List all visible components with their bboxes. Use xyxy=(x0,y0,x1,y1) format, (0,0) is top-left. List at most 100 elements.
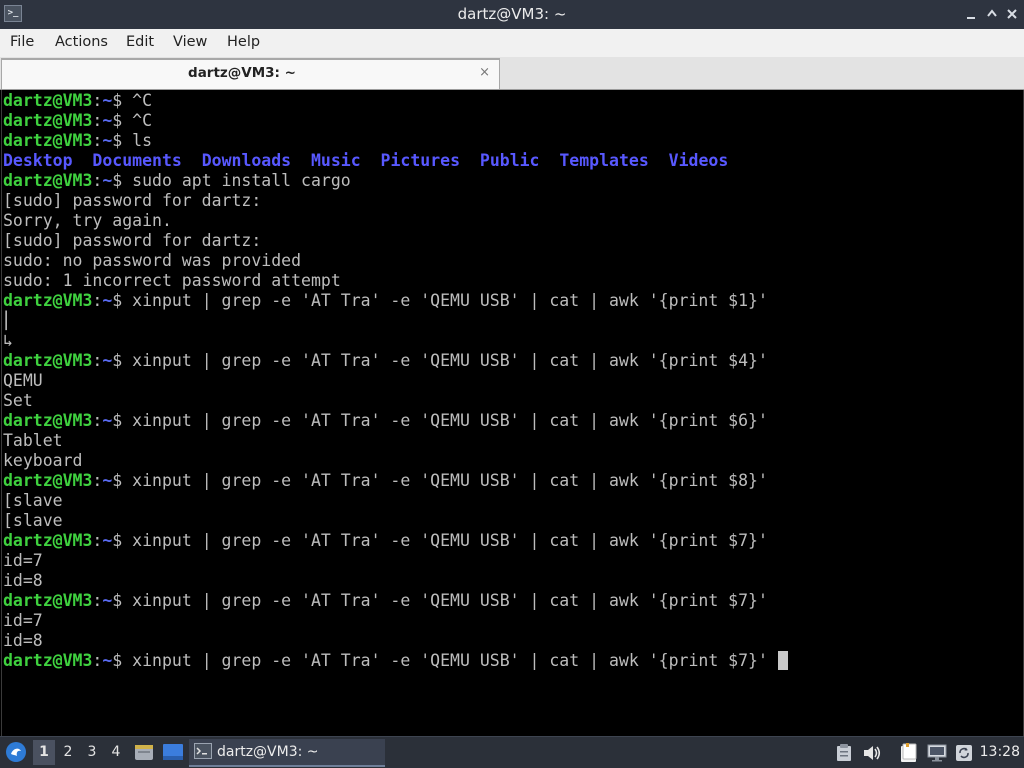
tab-label: dartz@VM3: ~ xyxy=(188,65,296,81)
terminal-output-line: Set xyxy=(3,391,788,411)
terminal-output-line: QEMU xyxy=(3,371,788,391)
terminal-output-line: [slave xyxy=(3,511,788,531)
terminal-prompt-line: dartz@VM3:~$ xinput | grep -e 'AT Tra' -… xyxy=(3,531,788,551)
terminal-icon xyxy=(194,743,212,763)
volume-icon[interactable] xyxy=(862,744,882,766)
directory-entry: Templates xyxy=(559,151,649,170)
terminal-tab[interactable]: dartz@VM3: ~ × xyxy=(1,58,500,89)
terminal-prompt-line: dartz@VM3:~$ xinput | grep -e 'AT Tra' -… xyxy=(3,591,788,611)
prompt-path: ~ xyxy=(102,531,113,550)
menu-file[interactable]: File xyxy=(10,29,34,57)
command-text: xinput | grep -e 'AT Tra' -e 'QEMU USB' … xyxy=(132,291,768,310)
output-text: QEMU xyxy=(3,371,43,390)
terminal-output-line: sudo: 1 incorrect password attempt xyxy=(3,271,788,291)
terminal-output-line: [slave xyxy=(3,491,788,511)
prompt-path: ~ xyxy=(102,111,113,130)
task-label: dartz@VM3: ~ xyxy=(217,744,319,760)
terminal-output-line: [sudo] password for dartz: xyxy=(3,191,788,211)
ls-output-line: Desktop Documents Downloads Music Pictur… xyxy=(3,151,788,171)
terminal-prompt-line: dartz@VM3:~$ xinput | grep -e 'AT Tra' -… xyxy=(3,651,788,671)
directory-entry: Music xyxy=(310,151,361,170)
prompt-separator: : xyxy=(92,531,103,550)
prompt-dollar: $ xyxy=(112,411,133,430)
output-text: Tablet xyxy=(3,431,63,450)
workspace-1[interactable]: 1 xyxy=(33,740,55,765)
output-text: keyboard xyxy=(3,451,83,470)
terminal-output-line: keyboard xyxy=(3,451,788,471)
notes-icon[interactable] xyxy=(900,743,918,767)
prompt-user: dartz@VM3 xyxy=(3,111,93,130)
menu-view[interactable]: View xyxy=(173,29,207,57)
prompt-dollar: $ xyxy=(112,651,133,670)
prompt-path: ~ xyxy=(102,291,113,310)
menu-help[interactable]: Help xyxy=(227,29,260,57)
prompt-separator: : xyxy=(92,91,103,110)
network-icon[interactable] xyxy=(927,744,947,766)
output-text: [slave xyxy=(3,491,63,510)
terminal-lines: dartz@VM3:~$ ^C dartz@VM3:~$ ^C dartz@VM3:… xyxy=(3,91,788,671)
terminal-prompt-line: dartz@VM3:~$ ^C xyxy=(3,91,788,111)
terminal-prompt-line: dartz@VM3:~$ ls xyxy=(3,131,788,151)
directory-entry: Videos xyxy=(668,151,729,170)
prompt-separator: : xyxy=(92,351,103,370)
tab-close-icon[interactable]: × xyxy=(479,65,490,80)
prompt-separator: : xyxy=(92,591,103,610)
prompt-path: ~ xyxy=(102,131,113,150)
output-text: Sorry, try again. xyxy=(3,211,172,230)
workspace-3[interactable]: 3 xyxy=(81,740,103,765)
menu-edit[interactable]: Edit xyxy=(126,29,154,57)
command-text: sudo apt install cargo xyxy=(132,171,351,190)
prompt-separator: : xyxy=(92,651,103,670)
prompt-user: dartz@VM3 xyxy=(3,531,93,550)
terminal-output[interactable]: dartz@VM3:~$ ^C dartz@VM3:~$ ^C dartz@VM3:… xyxy=(1,90,1024,736)
terminal-output-line: ↳ xyxy=(3,331,788,351)
prompt-separator: : xyxy=(92,471,103,490)
close-icon[interactable] xyxy=(1005,7,1019,21)
terminal-cursor xyxy=(777,651,788,670)
prompt-separator: : xyxy=(92,411,103,430)
prompt-path: ~ xyxy=(102,471,113,490)
menu-actions[interactable]: Actions xyxy=(55,29,108,57)
tab-bar: dartz@VM3: ~ × xyxy=(0,57,1024,90)
clipboard-icon[interactable] xyxy=(836,744,852,766)
terminal-output-line: sudo: no password was provided xyxy=(3,251,788,271)
workspace-4[interactable]: 4 xyxy=(105,740,127,765)
taskbar-terminal-window[interactable]: dartz@VM3: ~ xyxy=(189,739,385,767)
prompt-dollar: $ xyxy=(112,351,133,370)
directory-entry: Documents xyxy=(92,151,182,170)
sync-icon[interactable] xyxy=(955,744,973,766)
command-text: xinput | grep -e 'AT Tra' -e 'QEMU USB' … xyxy=(132,531,768,550)
terminal-prompt-line: dartz@VM3:~$ xinput | grep -e 'AT Tra' -… xyxy=(3,471,788,491)
terminal-prompt-line: dartz@VM3:~$ xinput | grep -e 'AT Tra' -… xyxy=(3,411,788,431)
prompt-dollar: $ xyxy=(112,91,133,110)
prompt-user: dartz@VM3 xyxy=(3,131,93,150)
start-menu-icon[interactable] xyxy=(5,741,27,767)
prompt-separator: : xyxy=(92,131,103,150)
directory-entry: Public xyxy=(479,151,540,170)
minimize-icon[interactable] xyxy=(964,7,978,21)
taskbar: 1 2 3 4 dartz@VM3: ~ 13:28 xyxy=(0,736,1024,768)
output-text: sudo: 1 incorrect password attempt xyxy=(3,271,341,290)
prompt-user: dartz@VM3 xyxy=(3,471,93,490)
directory-entry: Desktop xyxy=(3,151,73,170)
command-text: xinput | grep -e 'AT Tra' -e 'QEMU USB' … xyxy=(132,471,768,490)
maximize-icon[interactable] xyxy=(985,7,999,21)
directory-entry: Downloads xyxy=(201,151,292,170)
file-manager-icon[interactable] xyxy=(134,742,154,766)
terminal-output-line: ⎜ xyxy=(3,311,788,331)
prompt-user: dartz@VM3 xyxy=(3,591,93,610)
prompt-dollar: $ xyxy=(112,131,133,150)
window-titlebar[interactable]: >_ dartz@VM3: ~ xyxy=(0,0,1024,30)
prompt-dollar: $ xyxy=(112,111,133,130)
output-text: [sudo] password for dartz: xyxy=(3,191,262,210)
clock: 13:28 xyxy=(979,744,1020,760)
prompt-user: dartz@VM3 xyxy=(3,291,93,310)
terminal-output-line: [sudo] password for dartz: xyxy=(3,231,788,251)
prompt-user: dartz@VM3 xyxy=(3,91,93,110)
show-desktop-icon[interactable] xyxy=(162,743,184,765)
prompt-dollar: $ xyxy=(112,471,133,490)
terminal-output-line: id=7 xyxy=(3,611,788,631)
prompt-separator: : xyxy=(92,291,103,310)
workspace-2[interactable]: 2 xyxy=(57,740,79,765)
prompt-separator: : xyxy=(92,171,103,190)
